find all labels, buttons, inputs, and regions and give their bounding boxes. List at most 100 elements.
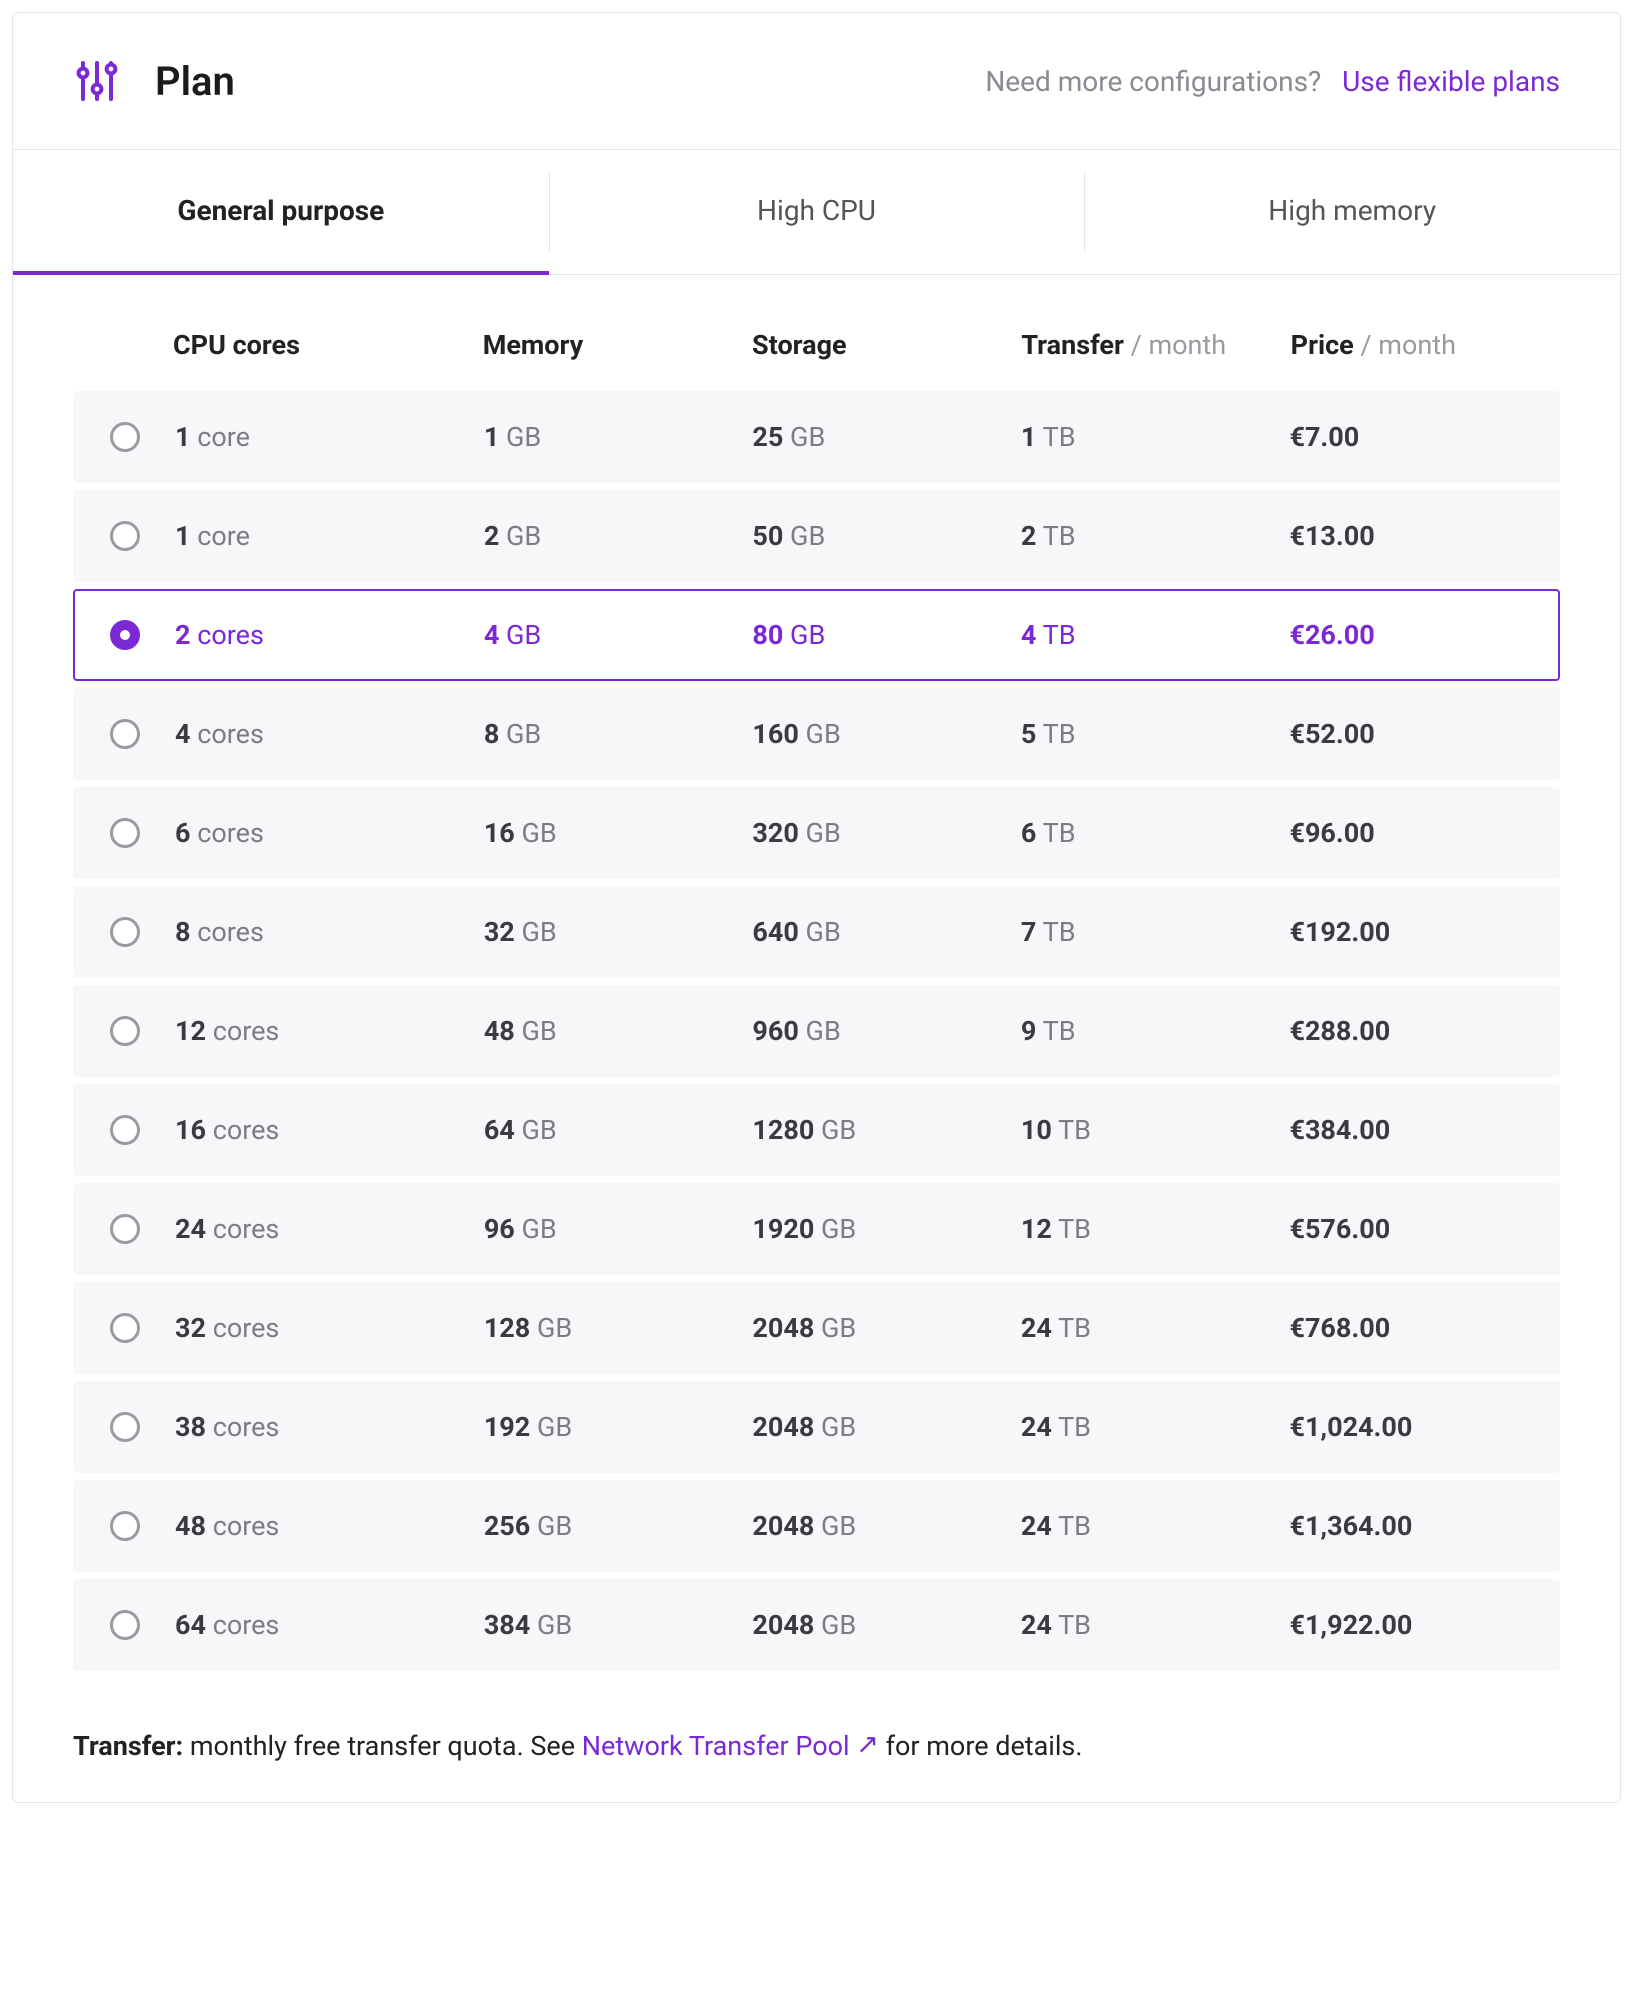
price-value: €1,364.00 — [1289, 1510, 1412, 1542]
transfer-cell-unit: TB — [1043, 817, 1076, 849]
memory-cell-unit: GB — [506, 421, 541, 453]
storage-cell-unit: GB — [790, 421, 825, 453]
footnote-link-text: Network Transfer Pool — [582, 1730, 850, 1762]
cpu-cell: 2 cores — [175, 591, 484, 679]
transfer-cell-value: 1 — [1021, 421, 1037, 453]
plan-tabs: General purposeHigh CPUHigh memory — [13, 150, 1620, 275]
price-value: €288.00 — [1289, 1015, 1390, 1047]
storage-cell: 2048 GB — [752, 1284, 1021, 1372]
cpu-cell-unit: core — [197, 520, 250, 552]
transfer-cell-value: 6 — [1021, 817, 1037, 849]
plan-row[interactable]: 1 core1 GB25 GB1 TB€7.00 — [73, 391, 1560, 483]
storage-cell-value: 640 — [752, 916, 798, 948]
memory-cell: 16 GB — [484, 789, 753, 877]
storage-cell-unit: GB — [821, 1213, 856, 1245]
cpu-cell: 16 cores — [175, 1086, 484, 1174]
plan-row[interactable]: 2 cores4 GB80 GB4 TB€26.00 — [73, 589, 1560, 681]
col-cpu: CPU cores — [173, 329, 483, 361]
storage-cell-value: 80 — [752, 619, 783, 651]
panel-header: Plan Need more configurations? Use flexi… — [13, 13, 1620, 150]
tab-high-cpu[interactable]: High CPU — [549, 150, 1085, 275]
transfer-cell-unit: TB — [1043, 619, 1076, 651]
plan-radio[interactable] — [110, 818, 140, 848]
storage-cell-value: 50 — [752, 520, 783, 552]
storage-cell-value: 160 — [752, 718, 798, 750]
plan-radio[interactable] — [110, 1214, 140, 1244]
price-cell: €192.00 — [1289, 888, 1558, 976]
plan-row[interactable]: 32 cores128 GB2048 GB24 TB€768.00 — [73, 1282, 1560, 1374]
memory-cell-value: 384 — [484, 1609, 530, 1641]
memory-cell: 96 GB — [484, 1185, 753, 1273]
memory-cell-value: 192 — [484, 1411, 530, 1443]
cpu-cell: 4 cores — [175, 690, 484, 778]
plan-radio[interactable] — [110, 620, 140, 650]
plan-radio[interactable] — [110, 1511, 140, 1541]
network-transfer-pool-link[interactable]: Network Transfer Pool ↗ — [582, 1730, 879, 1762]
storage-cell: 960 GB — [752, 987, 1021, 1075]
cpu-cell-unit: cores — [213, 1411, 280, 1443]
price-cell: €26.00 — [1289, 591, 1558, 679]
memory-cell-unit: GB — [506, 718, 541, 750]
memory-cell-value: 48 — [484, 1015, 515, 1047]
storage-cell: 1280 GB — [752, 1086, 1021, 1174]
transfer-cell-unit: TB — [1043, 718, 1076, 750]
col-transfer-label: Transfer — [1021, 329, 1124, 361]
flexible-plans-link[interactable]: Use flexible plans — [1342, 65, 1560, 98]
transfer-cell-unit: TB — [1043, 520, 1076, 552]
memory-cell-unit: GB — [506, 520, 541, 552]
plan-row[interactable]: 64 cores384 GB2048 GB24 TB€1,922.00 — [73, 1579, 1560, 1671]
plan-row[interactable]: 4 cores8 GB160 GB5 TB€52.00 — [73, 688, 1560, 780]
cpu-cell: 1 core — [175, 492, 484, 580]
plan-row[interactable]: 24 cores96 GB1920 GB12 TB€576.00 — [73, 1183, 1560, 1275]
memory-cell-value: 64 — [484, 1114, 515, 1146]
cpu-cell-unit: cores — [213, 1015, 280, 1047]
plan-radio[interactable] — [110, 1313, 140, 1343]
storage-cell-unit: GB — [821, 1114, 856, 1146]
plan-row[interactable]: 48 cores256 GB2048 GB24 TB€1,364.00 — [73, 1480, 1560, 1572]
transfer-cell-value: 2 — [1021, 520, 1037, 552]
plan-row[interactable]: 38 cores192 GB2048 GB24 TB€1,024.00 — [73, 1381, 1560, 1473]
tab-general-purpose[interactable]: General purpose — [13, 150, 549, 275]
transfer-cell-value: 7 — [1021, 916, 1037, 948]
cpu-cell-value: 1 — [175, 421, 191, 453]
cpu-cell: 64 cores — [175, 1581, 484, 1669]
storage-cell: 2048 GB — [752, 1383, 1021, 1471]
transfer-cell: 7 TB — [1021, 888, 1290, 976]
plan-radio[interactable] — [110, 1115, 140, 1145]
transfer-cell: 24 TB — [1021, 1581, 1290, 1669]
cpu-cell: 48 cores — [175, 1482, 484, 1570]
panel-header-left: Plan — [73, 57, 235, 105]
transfer-cell-value: 10 — [1021, 1114, 1052, 1146]
cpu-cell-value: 2 — [175, 619, 191, 651]
cpu-cell-value: 64 — [175, 1609, 206, 1641]
cpu-cell: 38 cores — [175, 1383, 484, 1471]
memory-cell-value: 16 — [484, 817, 515, 849]
cpu-cell-value: 8 — [175, 916, 191, 948]
plan-row[interactable]: 8 cores32 GB640 GB7 TB€192.00 — [73, 886, 1560, 978]
plan-radio[interactable] — [110, 521, 140, 551]
plan-radio[interactable] — [110, 1016, 140, 1046]
transfer-cell-value: 24 — [1021, 1609, 1052, 1641]
plan-row[interactable]: 16 cores64 GB1280 GB10 TB€384.00 — [73, 1084, 1560, 1176]
plan-row[interactable]: 12 cores48 GB960 GB9 TB€288.00 — [73, 985, 1560, 1077]
price-cell: €1,922.00 — [1289, 1581, 1558, 1669]
price-cell: €52.00 — [1289, 690, 1558, 778]
transfer-cell-unit: TB — [1043, 916, 1076, 948]
tab-high-memory[interactable]: High memory — [1084, 150, 1620, 275]
plan-row[interactable]: 6 cores16 GB320 GB6 TB€96.00 — [73, 787, 1560, 879]
transfer-cell-value: 12 — [1021, 1213, 1052, 1245]
price-cell: €96.00 — [1289, 789, 1558, 877]
price-cell: €13.00 — [1289, 492, 1558, 580]
transfer-cell: 24 TB — [1021, 1284, 1290, 1372]
plan-radio[interactable] — [110, 917, 140, 947]
plan-radio[interactable] — [110, 719, 140, 749]
transfer-cell-unit: TB — [1043, 1015, 1076, 1047]
plan-radio[interactable] — [110, 422, 140, 452]
col-transfer-suffix: / month — [1124, 329, 1226, 361]
plan-row[interactable]: 1 core2 GB50 GB2 TB€13.00 — [73, 490, 1560, 582]
price-value: €768.00 — [1289, 1312, 1390, 1344]
col-price: Price / month — [1291, 329, 1560, 361]
plan-radio[interactable] — [110, 1412, 140, 1442]
plan-radio[interactable] — [110, 1610, 140, 1640]
cpu-cell-value: 4 — [175, 718, 191, 750]
